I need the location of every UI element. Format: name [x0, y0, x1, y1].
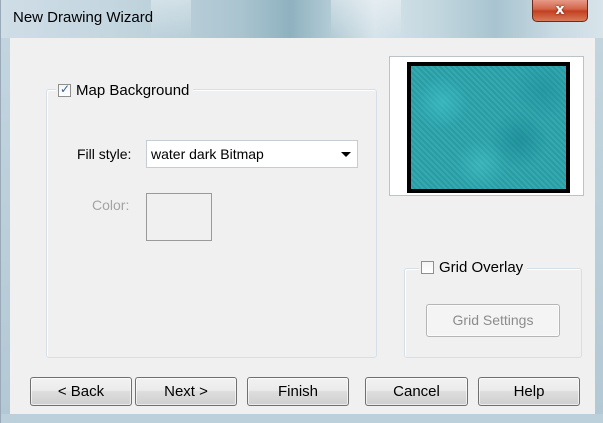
close-button[interactable]: x: [532, 0, 588, 22]
window-title: New Drawing Wizard: [13, 9, 154, 26]
map-background-label: Map Background: [76, 82, 190, 99]
window-frame-left: [1, 38, 10, 423]
grid-settings-button[interactable]: Grid Settings: [426, 304, 560, 337]
wizard-window: New Drawing Wizard x ✓ Map Background Fi…: [0, 0, 603, 423]
next-button[interactable]: Next >: [135, 377, 237, 406]
water-texture: [411, 66, 566, 189]
grid-overlay-toggle[interactable]: Grid Overlay: [419, 259, 528, 276]
window-frame-right: [595, 38, 603, 423]
color-label: Color:: [92, 197, 130, 213]
fill-style-value: water dark Bitmap: [151, 146, 264, 162]
title-bar-glare: [331, 0, 401, 38]
window-frame-bottom: [1, 414, 603, 423]
help-button[interactable]: Help: [478, 377, 580, 406]
fill-style-label: Fill style:: [77, 146, 132, 162]
fill-style-dropdown[interactable]: water dark Bitmap: [146, 140, 358, 168]
grid-overlay-label: Grid Overlay: [439, 259, 524, 276]
chevron-down-icon[interactable]: [341, 152, 351, 157]
back-button[interactable]: < Back: [30, 377, 132, 406]
grid-overlay-checkbox[interactable]: [421, 261, 434, 274]
map-background-checkbox[interactable]: ✓: [58, 82, 71, 97]
checkmark-icon: ✓: [60, 82, 71, 96]
cancel-button[interactable]: Cancel: [365, 377, 468, 406]
preview-panel: [389, 56, 584, 196]
title-bar-glare: [151, 0, 191, 38]
fill-preview-image: [407, 62, 570, 193]
close-icon: x: [555, 2, 565, 18]
map-background-toggle[interactable]: ✓ Map Background: [56, 82, 194, 99]
color-swatch-button[interactable]: [146, 193, 212, 241]
title-bar[interactable]: New Drawing Wizard x: [1, 0, 603, 39]
finish-button[interactable]: Finish: [247, 377, 349, 406]
